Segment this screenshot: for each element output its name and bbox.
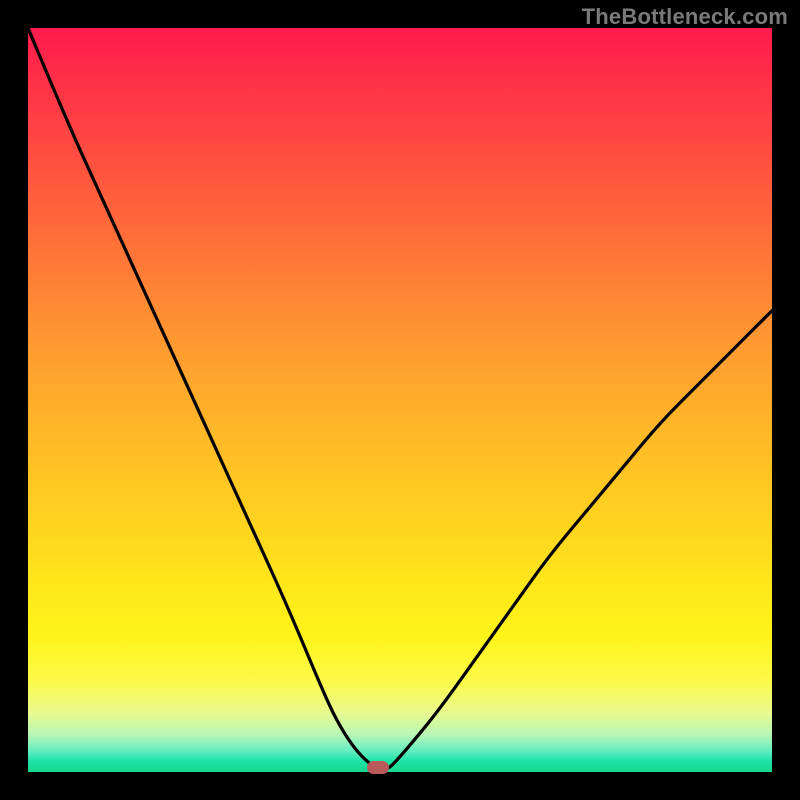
bottleneck-marker xyxy=(367,761,389,774)
watermark-text: TheBottleneck.com xyxy=(582,4,788,30)
chart-frame: TheBottleneck.com xyxy=(0,0,800,800)
bottleneck-curve xyxy=(28,28,772,772)
chart-plot-area xyxy=(28,28,772,772)
